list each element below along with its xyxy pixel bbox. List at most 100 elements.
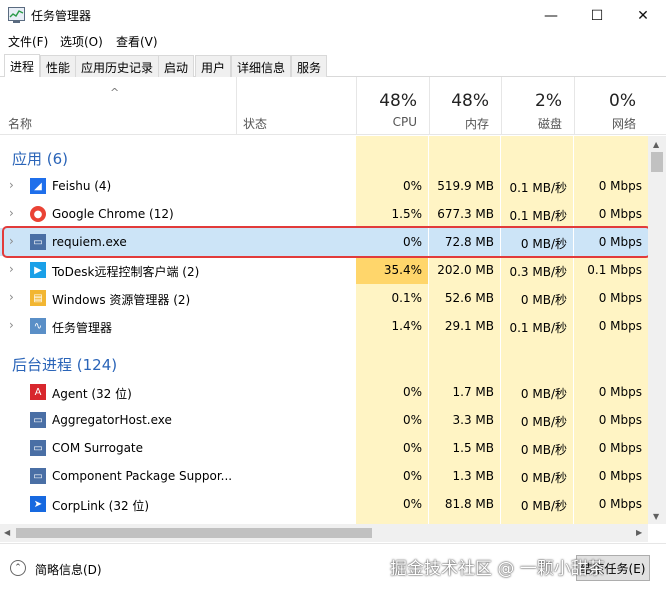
close-button[interactable]: ✕ [620,0,666,31]
tab-bar: 进程 性能 应用历史记录 启动 用户 详细信息 服务 [0,53,666,77]
process-mem: 1.3 MB [452,469,494,483]
memory-total: 48% [451,91,489,111]
column-memory[interactable]: 48% 内存 [429,77,501,135]
process-mem: 1.5 MB [452,441,494,455]
scroll-down-arrow-icon[interactable]: ▼ [653,512,659,521]
scroll-right-arrow-icon[interactable]: ▶ [636,528,642,537]
column-disk[interactable]: 2% 磁盘 [501,77,574,135]
column-header: ^ 名称 状态 48% CPU 48% 内存 2% 磁盘 0% 网络 [0,77,666,135]
menu-view[interactable]: 查看(V) [116,33,158,50]
chevron-up-icon[interactable]: ⌃ [10,560,26,576]
network-total: 0% [609,91,636,111]
window-app-icon: ▭ [30,234,46,250]
process-net: 0 Mbps [598,235,642,249]
process-row[interactable]: A Agent (32 位) 0% 1.7 MB 0 MB/秒 0 Mbps [0,378,648,406]
column-divider [573,136,574,524]
network-label: 网络 [611,117,636,131]
process-net: 0 Mbps [598,291,642,305]
process-cpu: 0% [402,441,422,455]
tab-performance[interactable]: 性能 [40,55,77,77]
process-row[interactable]: › ▶ ToDesk远程控制客户端 (2) 35.4% 202.0 MB 0.3 MB/秒… [0,256,648,284]
process-cpu: 0% [402,235,422,249]
explorer-icon: ▤ [30,290,46,306]
horizontal-scroll-thumb[interactable] [16,528,372,538]
process-mem: 52.6 MB [444,291,494,305]
process-cpu: 1.5% [391,207,423,221]
expand-chevron-icon[interactable]: › [9,318,14,332]
process-row[interactable]: › ▭ requiem.exe 0% 72.8 MB 0 MB/秒 0 Mbps [0,228,648,256]
column-network[interactable]: 0% 网络 [574,77,648,135]
maximize-button[interactable]: ☐ [574,0,620,31]
expand-chevron-icon[interactable]: › [9,262,14,276]
tab-users[interactable]: 用户 [195,55,232,77]
process-name: ToDesk远程控制客户端 (2) [52,265,200,279]
process-mem: 3.3 MB [452,413,494,427]
process-row[interactable]: › ◢ Feishu (4) 0% 519.9 MB 0.1 MB/秒 0 Mbps [0,172,648,200]
vertical-scrollbar[interactable] [648,136,666,524]
tab-app-history[interactable]: 应用历史记录 [75,55,160,77]
process-disk: 0 MB/秒 [520,293,567,307]
minimize-icon: — [544,7,558,24]
menu-file[interactable]: 文件(F) [8,33,48,50]
process-net: 0 Mbps [598,319,642,333]
close-icon: ✕ [637,7,649,24]
process-name: Agent (32 位) [52,387,132,401]
process-name: COM Surrogate [52,441,144,455]
corplink-icon: ➤ [30,496,46,512]
process-cpu: 0% [402,413,422,427]
process-disk: 0 MB/秒 [520,443,567,457]
process-name: 任务管理器 [52,321,113,335]
process-disk: 0 MB/秒 [520,387,567,401]
process-row[interactable]: ▭ Component Package Suppor... 0% 1.3 MB 0 MB… [0,462,648,490]
window-app-icon: ▭ [30,412,46,428]
process-row[interactable]: ▭ AggregatorHost.exe 0% 3.3 MB 0 MB/秒 0 Mbps [0,406,648,434]
process-mem: 81.8 MB [444,497,494,511]
tab-services[interactable]: 服务 [291,55,328,77]
cpu-total: 48% [379,91,417,111]
process-disk: 0 MB/秒 [520,415,567,429]
process-row[interactable]: ➤ CorpLink (32 位) 0% 81.8 MB 0 MB/秒 0 Mbps [0,490,648,518]
process-net: 0 Mbps [598,179,642,193]
disk-total: 2% [535,91,562,111]
expand-chevron-icon[interactable]: › [9,206,14,220]
column-name[interactable]: 名称 [0,77,236,135]
fewer-details-link[interactable]: 简略信息(D) [35,561,102,578]
expand-chevron-icon[interactable]: › [9,178,14,192]
process-row[interactable]: › ∿ 任务管理器 1.4% 29.1 MB 0.1 MB/秒 0 Mbps [0,312,648,340]
scroll-left-arrow-icon[interactable]: ◀ [4,528,10,537]
menu-options[interactable]: 选项(O) [60,33,103,50]
column-name-label: 名称 [8,117,33,131]
tab-startup[interactable]: 启动 [158,55,195,77]
process-mem: 677.3 MB [437,207,494,221]
menu-bar: 文件(F) 选项(O) 查看(V) [0,31,666,52]
process-row[interactable]: › ▤ Windows 资源管理器 (2) 0.1% 52.6 MB 0 MB/秒 0 Mb… [0,284,648,312]
column-divider [500,136,501,524]
memory-label: 内存 [464,117,489,131]
agent-icon: A [30,384,46,400]
process-row[interactable]: › ● Google Chrome (12) 1.5% 677.3 MB 0.1 MB/秒… [0,200,648,228]
tab-details[interactable]: 详细信息 [231,55,292,77]
process-list: 应用 (6) › ◢ Feishu (4) 0% 519.9 MB 0.1 MB/秒 0 M… [0,136,648,524]
column-status-label: 状态 [243,117,268,131]
process-name: Windows 资源管理器 (2) [52,293,191,307]
process-row[interactable]: ▭ COM Surrogate 0% 1.5 MB 0 MB/秒 0 Mbps [0,434,648,462]
column-cpu[interactable]: 48% CPU [356,77,429,135]
process-mem: 202.0 MB [437,263,494,277]
minimize-button[interactable]: — [528,0,574,31]
process-disk: 0.1 MB/秒 [509,321,567,335]
scroll-up-arrow-icon[interactable]: ▲ [653,140,659,149]
taskmgr-icon: ∿ [30,318,46,334]
group-background-heading[interactable]: 后台进程 (124) [12,354,117,375]
disk-label: 磁盘 [537,117,562,131]
vertical-scroll-thumb[interactable] [651,152,663,172]
expand-chevron-icon[interactable]: › [9,290,14,304]
process-mem: 29.1 MB [444,319,494,333]
process-cpu: 0% [402,497,422,511]
tab-processes[interactable]: 进程 [4,54,41,77]
column-status[interactable]: 状态 [236,77,356,135]
process-cpu: 0.1% [391,291,423,305]
expand-chevron-icon[interactable]: › [9,234,14,248]
watermark-text: 掘金技术社区 @ 一颗小甜茶 [390,559,605,579]
group-apps-heading[interactable]: 应用 (6) [12,148,68,169]
process-disk: 0 MB/秒 [520,237,567,251]
